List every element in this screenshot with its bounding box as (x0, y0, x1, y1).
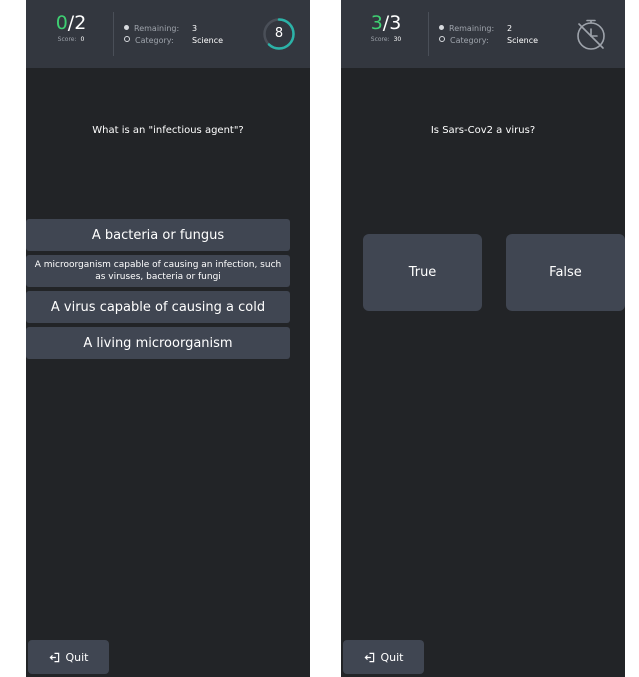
category-row: Category: Science (439, 35, 538, 47)
remaining-label: Remaining: (449, 24, 495, 33)
remaining-value: 3 (192, 24, 198, 33)
score-label: Score: (57, 36, 77, 43)
timer-off-icon (571, 15, 611, 55)
remaining-row: Remaining: 2 (439, 23, 512, 35)
answer-true-button[interactable]: True (363, 234, 482, 311)
category-label: Category: (135, 36, 174, 45)
answer-option-2[interactable]: A microorganism capable of causing an in… (26, 255, 290, 287)
score-value: 30 (393, 36, 402, 43)
total-count: 3 (389, 12, 402, 34)
header-divider (428, 12, 429, 56)
category-row: Category: Science (124, 35, 223, 47)
quit-label: Quit (65, 650, 89, 664)
score-line: Score: 0 (36, 36, 106, 43)
score-line: Score: 30 (351, 36, 421, 43)
filled-dot-icon (124, 25, 129, 30)
category-value: Science (192, 36, 224, 45)
quiz-header: 3/3 Score: 30 Remaining: 2 Category: Scienc… (341, 0, 625, 68)
quiz-screen-true-false: 3/3 Score: 30 Remaining: 2 Category: Scienc… (341, 0, 625, 677)
quiz-header: 0/2 Score: 0 Remaining: 3 Category: Science… (26, 0, 310, 68)
answer-option-4[interactable]: A living microorganism (26, 327, 290, 359)
countdown-timer: 8 (262, 17, 296, 51)
category-label: Category: (450, 36, 489, 45)
quiz-meta: Remaining: 2 Category: Science (439, 23, 538, 47)
answered-count: 3 (370, 12, 383, 34)
category-value: Science (507, 36, 539, 45)
exit-icon (49, 652, 59, 662)
answer-option-3[interactable]: A virus capable of causing a cold (26, 291, 290, 323)
progress-fraction: 0/2 (55, 12, 87, 34)
quiz-meta: Remaining: 3 Category: Science (124, 23, 223, 47)
answer-option-1[interactable]: A bacteria or fungus (26, 219, 290, 251)
answered-count: 0 (55, 12, 68, 34)
score-block: 0/2 Score: 0 (36, 12, 106, 43)
remaining-row: Remaining: 3 (124, 23, 197, 35)
quit-button[interactable]: Quit (28, 640, 109, 674)
score-label: Score: (370, 36, 390, 43)
filled-dot-icon (439, 25, 444, 30)
score-value: 0 (80, 36, 85, 43)
progress-fraction: 3/3 (370, 12, 402, 34)
exit-icon (364, 652, 374, 662)
remaining-label: Remaining: (134, 24, 180, 33)
answer-false-button[interactable]: False (506, 234, 625, 311)
quit-button[interactable]: Quit (343, 640, 424, 674)
quiz-screen-multiple-choice: 0/2 Score: 0 Remaining: 3 Category: Science… (26, 0, 310, 677)
header-divider (113, 12, 114, 56)
answer-list: A bacteria or fungus A microorganism cap… (26, 219, 290, 363)
total-count: 2 (74, 12, 87, 34)
question-text: What is an "infectious agent"? (92, 125, 244, 136)
timer-value: 8 (274, 26, 284, 41)
question-text: Is Sars-Cov2 a virus? (430, 125, 536, 136)
quit-label: Quit (380, 650, 404, 664)
hollow-dot-icon (439, 36, 445, 42)
remaining-value: 2 (507, 24, 513, 33)
score-block: 3/3 Score: 30 (351, 12, 421, 43)
hollow-dot-icon (124, 36, 130, 42)
